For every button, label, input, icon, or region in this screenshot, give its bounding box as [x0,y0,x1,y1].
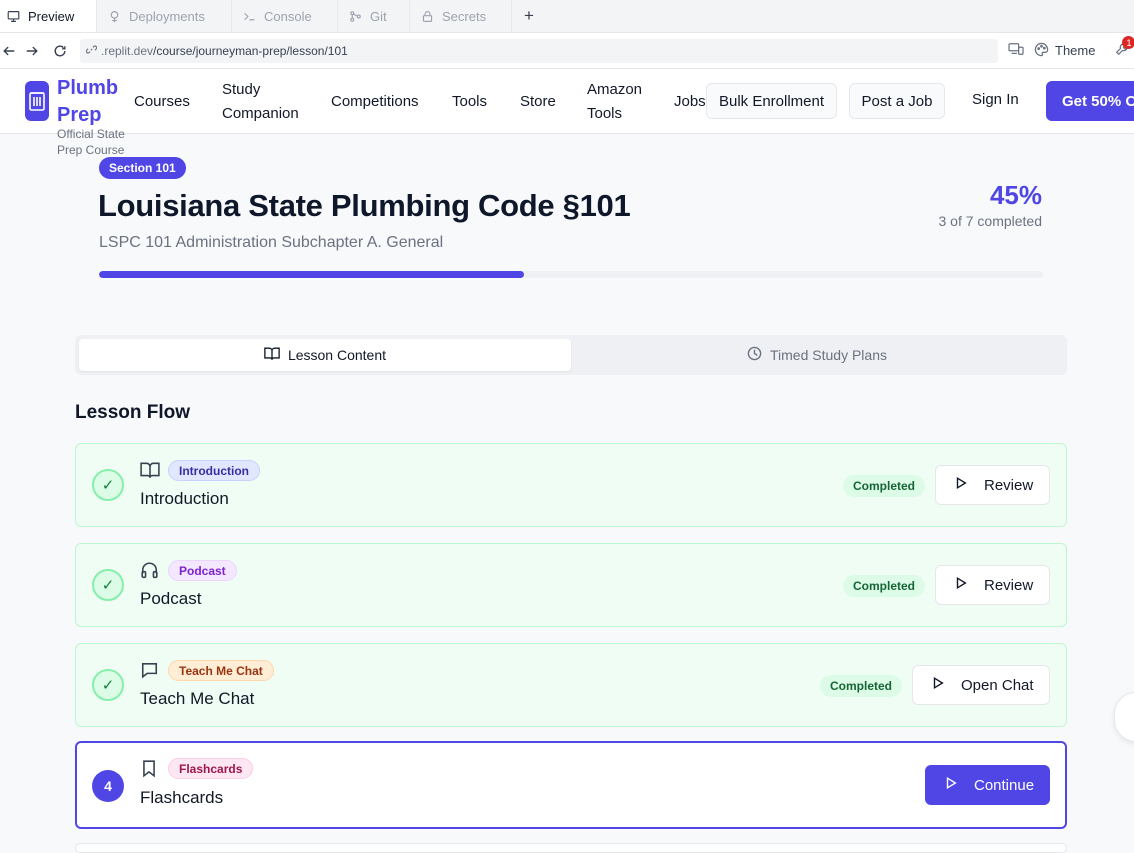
tab-deployments[interactable]: Deployments [97,0,232,32]
site-header: Plumb Prep Official State Prep Course Co… [0,69,1134,157]
nav-jobs[interactable]: Jobs [674,90,706,114]
next-flow-step [75,843,1067,853]
status-badge: Completed [820,675,903,697]
deployments-icon [107,9,121,23]
completed-count: 3 of 7 completed [938,213,1042,229]
devices-icon[interactable] [1008,42,1024,59]
button-label: Open Chat [961,676,1034,694]
continue-button[interactable]: Continue [925,765,1050,805]
flow-step-flashcards: 4 Flashcards Flashcards Continue [75,741,1067,829]
nav-study-companion[interactable]: Study Companion [222,78,302,126]
post-job-button[interactable]: Post a Job [849,83,945,119]
flow-step-podcast: ✓ Podcast Podcast Completed Review [75,543,1067,627]
floating-chat-button[interactable] [1114,692,1134,742]
button-label: Review [984,576,1034,594]
step-name: Teach Me Chat [140,689,255,708]
add-tab-button[interactable]: + [512,0,546,32]
tab-git[interactable]: Git [338,0,410,32]
link-icon [85,44,98,58]
sign-in-link[interactable]: Sign In [972,91,1019,108]
play-icon [944,776,958,794]
nav-competitions[interactable]: Competitions [331,90,419,114]
lesson-title: Louisiana State Plumbing Code §101 [98,188,631,223]
bulk-enrollment-button[interactable]: Bulk Enrollment [706,83,837,119]
forward-icon[interactable] [18,44,46,58]
replit-tab-bar: Preview Deployments Console Git Secrets … [0,0,1134,33]
tab-lesson-content[interactable]: Lesson Content [79,339,571,371]
flow-step-introduction: ✓ Introduction Introduction Completed Re… [75,443,1067,527]
brand-tagline: Official State Prep Course [57,127,125,157]
type-badge: Podcast [168,560,237,581]
review-button[interactable]: Review [935,565,1050,605]
url-host: .replit.dev [101,43,154,58]
tab-label: Timed Study Plans [770,347,887,363]
flow-step-teach-me-chat: ✓ Teach Me Chat Teach Me Chat Completed … [75,643,1067,727]
nav-courses[interactable]: Courses [134,90,190,114]
progress-percent: 45% [989,180,1042,210]
monitor-icon [6,9,20,23]
completed-check-icon: ✓ [92,569,124,601]
completed-check-icon: ✓ [92,669,124,701]
headphones-icon [140,561,160,581]
tab-secrets[interactable]: Secrets [410,0,512,32]
notification-badge: 1 [1122,36,1134,49]
tools-icon[interactable]: 1 [1115,36,1134,59]
book-icon [140,461,160,481]
tab-label: Console [264,8,312,24]
button-label: Review [984,476,1034,494]
theme-label: Theme [1055,43,1096,58]
type-badge: Teach Me Chat [168,660,274,681]
reload-icon[interactable] [46,44,74,58]
review-button[interactable]: Review [935,465,1050,505]
theme-button[interactable]: Theme [1034,42,1095,60]
bookmark-icon [140,759,160,779]
play-icon [954,576,968,594]
discount-cta-button[interactable]: Get 50% O [1046,81,1134,121]
step-name: Flashcards [140,788,224,807]
step-name: Introduction [140,489,229,508]
chat-icon [140,661,160,681]
type-badge: Introduction [168,460,260,481]
tab-console[interactable]: Console [232,0,338,32]
section-badge: Section 101 [99,157,186,179]
tab-label: Lesson Content [287,347,387,363]
git-icon [348,9,362,23]
lesson-subtitle: LSPC 101 Administration Subchapter A. Ge… [99,234,444,251]
url-bar: .replit.dev/course/journeyman-prep/lesso… [0,33,1134,69]
url-path: /course/journeyman-prep/lesson/101 [153,43,348,58]
step-name: Podcast [140,589,202,608]
palette-icon [1034,42,1049,60]
tab-timed-study-plans[interactable]: Timed Study Plans [571,339,1063,371]
completed-check-icon: ✓ [92,469,124,501]
open-book-icon [264,346,280,364]
progress-fill [99,271,524,278]
lock-icon [420,9,434,23]
back-icon[interactable] [0,44,18,58]
step-number: 4 [92,770,124,802]
lesson-progress-bar [99,271,1043,278]
logo-icon[interactable] [25,81,49,121]
button-label: Continue [974,776,1035,794]
terminal-icon [242,9,256,23]
nav-amazon-tools[interactable]: Amazon Tools [587,78,647,126]
tab-label: Secrets [442,8,487,24]
nav-store[interactable]: Store [520,90,556,114]
status-badge: Completed [843,575,926,597]
lesson-tabs: Lesson Content Timed Study Plans [75,335,1067,375]
play-icon [931,676,945,694]
open-chat-button[interactable]: Open Chat [912,665,1050,705]
nav-tools[interactable]: Tools [452,90,487,114]
clock-icon [747,346,762,364]
type-badge: Flashcards [168,758,254,779]
tab-label: Preview [28,8,75,24]
lesson-flow-title: Lesson Flow [75,402,191,423]
brand-name[interactable]: Plumb Prep [57,75,127,129]
play-icon [954,476,968,494]
url-field[interactable]: .replit.dev/course/journeyman-prep/lesso… [80,38,998,63]
tab-preview[interactable]: Preview [0,0,97,32]
tab-label: Git [370,8,387,24]
status-badge: Completed [843,475,926,497]
tab-label: Deployments [129,8,205,24]
